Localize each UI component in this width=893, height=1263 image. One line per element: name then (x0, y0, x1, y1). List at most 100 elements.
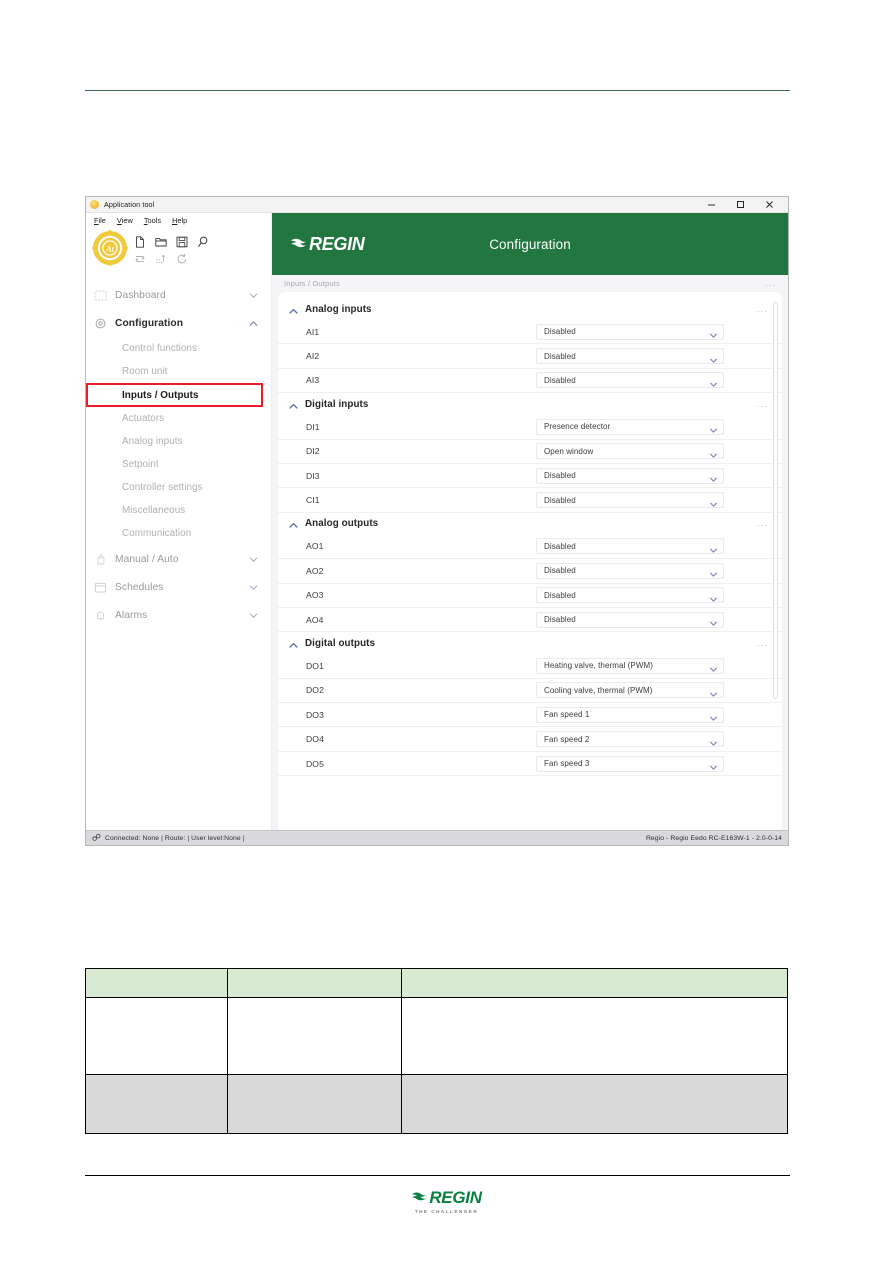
io-row-select-value: Fan speed 1 (544, 710, 590, 720)
sidebar-item-controller-settings[interactable]: Controller settings (86, 476, 271, 499)
toolbar-row-primary (134, 235, 209, 248)
sidebar-item-communication[interactable]: Communication (86, 522, 271, 545)
chevron-down-icon (248, 554, 259, 565)
io-row-select-value: Disabled (544, 541, 576, 551)
io-row-select[interactable]: Fan speed 3 (536, 755, 724, 772)
sidebar-item-configuration[interactable]: Configuration (86, 309, 271, 337)
io-row-select[interactable]: Disabled (536, 372, 724, 389)
section-header-digital-outputs[interactable]: Digital outputs ... (278, 632, 782, 654)
section-overflow-menu-icon[interactable]: ... (757, 519, 768, 528)
chevron-down-icon (709, 661, 718, 673)
section-overflow-menu-icon[interactable]: ... (757, 638, 768, 648)
io-row-label: DO3 (306, 709, 324, 720)
chevron-down-icon (709, 447, 718, 458)
sidebar-item-manual-auto[interactable]: Manual / Auto (86, 545, 271, 573)
io-row-select-value: Cooling valve, thermal (PWM) (544, 685, 653, 695)
table-header-cell (227, 968, 402, 998)
close-icon[interactable] (755, 197, 784, 212)
io-row-select-value: Disabled (544, 615, 576, 625)
chevron-down-icon (709, 591, 718, 602)
menu-item-tools[interactable]: Tools (144, 216, 161, 225)
sidebar-item-control-functions[interactable]: Control functions (86, 337, 271, 360)
section-header-analog-outputs[interactable]: Analog outputs ... (278, 513, 782, 535)
sidebar-nav: Dashboard Configuration Control function… (86, 273, 271, 830)
sidebar-item-schedules[interactable]: Schedules (86, 573, 271, 601)
chevron-down-icon (709, 542, 718, 553)
chevron-down-icon (709, 496, 718, 507)
io-row-select-value: Disabled (544, 351, 576, 361)
chevron-up-icon (288, 638, 299, 649)
breadcrumb-overflow-menu-icon[interactable]: ... (765, 279, 776, 288)
io-row-select[interactable]: Disabled (536, 538, 724, 555)
io-row-select[interactable]: Fan speed 1 (536, 706, 724, 723)
io-row-select[interactable]: Disabled (536, 348, 724, 365)
new-document-icon[interactable] (134, 235, 146, 248)
sidebar-item-configuration-label: Configuration (115, 317, 184, 329)
io-row-label: AO4 (306, 614, 324, 625)
footer-logo: REGIN THE CHALLENGER (0, 1188, 893, 1214)
sidebar-item-actuators[interactable]: Actuators (86, 407, 271, 430)
scrollbar-thumb[interactable] (773, 302, 778, 699)
app-logo-icon: At (92, 230, 128, 266)
table-header-cell (401, 968, 788, 998)
section-header-digital-inputs[interactable]: Digital inputs ... (278, 393, 782, 415)
section-header-analog-inputs[interactable]: Analog inputs ... (278, 298, 782, 320)
hand-icon (94, 553, 107, 566)
io-row: AI2 Disabled (278, 344, 782, 369)
io-row-select[interactable]: Disabled (536, 587, 724, 604)
chevron-down-icon (709, 471, 718, 483)
footer-brand-text: REGIN (429, 1188, 482, 1207)
chevron-down-icon (709, 566, 718, 578)
io-row-label: AO1 (306, 541, 324, 552)
io-row-select-value: Disabled (544, 590, 576, 600)
io-row: DI3 Disabled (278, 464, 782, 489)
footer-tagline: THE CHALLENGER (414, 1209, 479, 1214)
footer-brand-row: REGIN (411, 1188, 482, 1208)
io-row-select[interactable]: Disabled (536, 467, 724, 484)
sidebar-item-manual-auto-label: Manual / Auto (115, 553, 179, 565)
menu-item-help[interactable]: Help (172, 216, 187, 225)
menu-item-file[interactable]: File (94, 216, 106, 225)
save-icon[interactable] (176, 235, 188, 247)
io-row-select[interactable]: Presence detector (536, 418, 724, 435)
io-row-select[interactable]: Disabled (536, 492, 724, 509)
sidebar-item-setpoint[interactable]: Setpoint (86, 453, 271, 476)
sidebar-item-inputs-outputs[interactable]: Inputs / Outputs (86, 383, 263, 407)
io-row: AI3 Disabled (278, 369, 782, 394)
chevron-down-icon (248, 610, 259, 621)
minimize-icon[interactable] (697, 197, 726, 212)
download-icon (134, 252, 146, 264)
io-row-select[interactable]: Fan speed 2 (536, 731, 724, 748)
io-row-select[interactable]: Disabled (536, 562, 724, 579)
io-row: DI1 Presence detector (278, 415, 782, 440)
io-row-select[interactable]: Open window (536, 443, 724, 460)
sidebar-item-analog-inputs[interactable]: Analog inputs (86, 430, 271, 453)
sidebar-item-room-unit[interactable]: Room unit (86, 360, 271, 383)
section-overflow-menu-icon[interactable]: ... (757, 399, 768, 409)
io-row-label: DO5 (306, 758, 324, 769)
sidebar-item-dashboard[interactable]: Dashboard (86, 281, 271, 309)
section-overflow-menu-icon[interactable]: ... (757, 304, 768, 314)
io-row-select-value: Disabled (544, 495, 576, 505)
io-row-select[interactable]: Heating valve, thermal (PWM) (536, 657, 724, 674)
io-row-select[interactable]: Disabled (536, 323, 724, 340)
content-scrollbar[interactable] (773, 302, 778, 824)
app-header: REGIN Configuration (272, 213, 788, 275)
sidebar-item-alarms[interactable]: Alarms (86, 601, 271, 629)
window-title: Application tool (104, 200, 155, 209)
io-row-select[interactable]: Cooling valve, thermal (PWM) (536, 682, 724, 699)
chevron-down-icon (709, 376, 718, 387)
section-title: Digital inputs (305, 398, 369, 410)
menu-item-view[interactable]: View (117, 216, 133, 225)
search-icon[interactable] (197, 235, 209, 247)
maximize-icon[interactable] (726, 197, 755, 212)
io-row-select[interactable]: Disabled (536, 611, 724, 628)
title-bar: Application tool (86, 197, 788, 213)
toolbar: At (86, 227, 271, 273)
toolbar-row-secondary (134, 252, 209, 264)
sidebar-item-miscellaneous[interactable]: Miscellaneous (86, 499, 271, 522)
io-row-label: AI1 (306, 326, 320, 337)
breadcrumb: Inputs / Outputs ... (272, 275, 788, 292)
open-folder-icon[interactable] (155, 235, 167, 247)
io-row-select-value: Presence detector (544, 422, 611, 432)
